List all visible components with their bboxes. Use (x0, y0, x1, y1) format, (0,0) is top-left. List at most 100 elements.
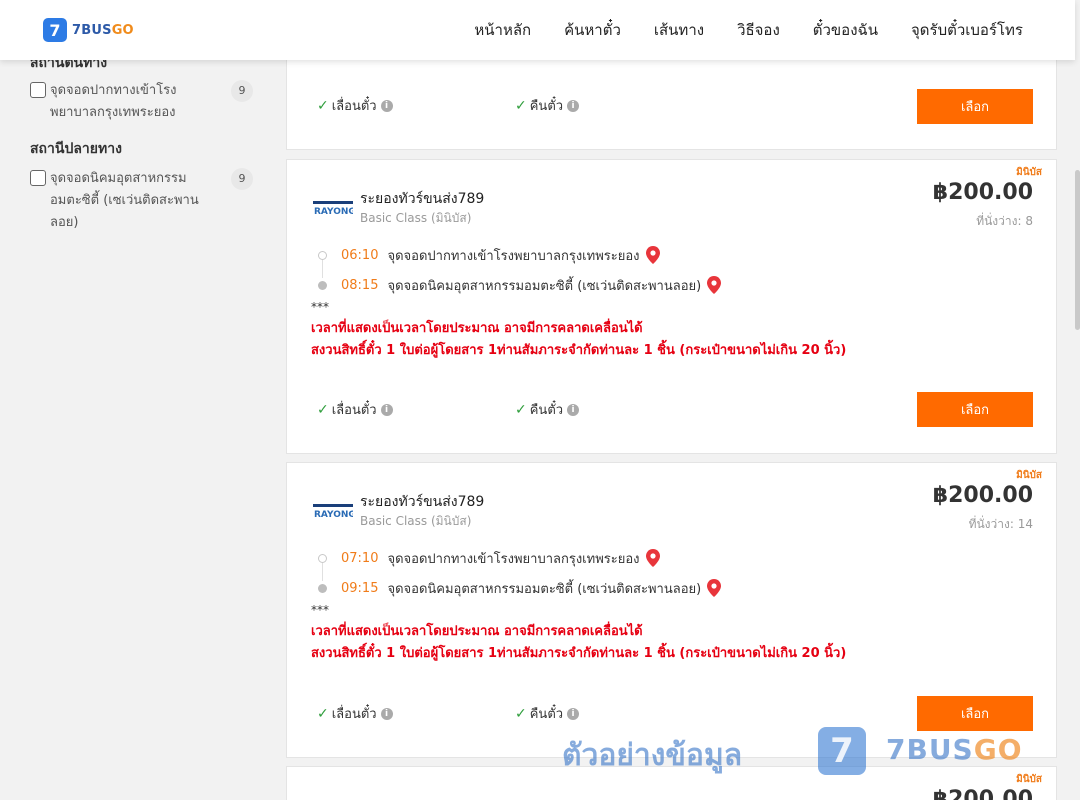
nav-phone-pickup[interactable]: จุดรับตั๋วเบอร์โทร (911, 18, 1023, 42)
destination-filter-item[interactable]: จุดจอดนิคมอุตสาหกรรมอมตะซิตี้ (เซเว่นติด… (30, 168, 260, 234)
checkbox-icon[interactable] (30, 82, 46, 98)
info-icon[interactable]: i (380, 403, 393, 416)
trip-features: ✓ เลื่อนตั๋ว i ✓ คืนตั๋ว i (317, 95, 713, 116)
main-nav: หน้าหลัก ค้นหาตั๋ว เส้นทาง วิธีจอง ตั๋วข… (441, 0, 1023, 60)
nav-search-ticket[interactable]: ค้นหาตั๋ว (564, 18, 621, 42)
seats-available: ที่นั่งว่าง: 8 (976, 214, 1033, 228)
operator-name: ระยองทัวร์ขนส่ง789 (360, 191, 485, 207)
destination-station-title: สถานีปลายทาง (30, 141, 122, 157)
reschedule-label: เลื่อนตั๋ว (331, 403, 377, 418)
departure-dot (318, 250, 327, 260)
vehicle-type-badge: มินิบัส (1016, 470, 1042, 481)
departure-place: จุดจอดปากทางเข้าโรงพยาบาลกรุงเทพระยอง (387, 551, 640, 567)
trip-notes: *** เวลาที่แสดงเป็นเวลาโดยประมาณ อาจมีกา… (311, 300, 846, 362)
reschedule-label: เลื่อนตั๋ว (331, 99, 377, 114)
seats-available: ที่นั่งว่าง: 14 (968, 517, 1033, 531)
departure-place: จุดจอดปากทางเข้าโรงพยาบาลกรุงเทพระยอง (387, 248, 640, 264)
watermark-sample-text: ตัวอย่างข้อมูล (562, 738, 743, 773)
svg-text:RAYONG: RAYONG (314, 207, 353, 217)
note-time-estimate: เวลาที่แสดงเป็นเวลาโดยประมาณ อาจมีการคลา… (311, 321, 643, 336)
departure-time: 07:10 (341, 550, 379, 566)
scrollbar-thumb[interactable] (1075, 170, 1080, 330)
note-time-estimate: เวลาที่แสดงเป็นเวลาโดยประมาณ อาจมีการคลา… (311, 624, 643, 639)
nav-how-to-book[interactable]: วิธีจอง (737, 18, 780, 42)
info-icon[interactable]: i (567, 707, 580, 720)
trip-card: มินิบัส RAYONG ระยองทัวร์ขนส่ง789 Basic … (286, 462, 1057, 758)
origin-filter-label: จุดจอดปากทางเข้าโรงพยาบาลกรุงเทพระยอง (50, 83, 177, 120)
select-button[interactable]: เลือก (917, 392, 1033, 427)
logo-go-text: GO (111, 22, 134, 38)
nav-my-tickets[interactable]: ตั๋วของฉัน (813, 18, 878, 42)
refund-feature: ✓ คืนตั๋ว i (515, 95, 713, 116)
info-icon[interactable]: i (567, 403, 580, 416)
filter-sidebar: สถานีต้นทาง จุดจอดปากทางเข้าโรงพยาบาลกรุ… (30, 52, 260, 234)
page-scrollbar[interactable] (1075, 60, 1080, 800)
refund-label: คืนตั๋ว (529, 403, 564, 418)
vehicle-type-badge: มินิบัส (1016, 774, 1042, 785)
check-icon: ✓ (317, 97, 329, 114)
check-icon: ✓ (515, 97, 527, 114)
refund-feature: ✓ คืนตั๋ว i (515, 703, 713, 724)
operator-logo: RAYONG (313, 201, 353, 217)
destination-filter-count: 9 (231, 168, 253, 190)
logo-bus-text: 7BUS (72, 22, 112, 38)
note-luggage: สงวนสิทธิ์ตั๋ว 1 ใบต่อผู้โดยสาร 1ท่านสัม… (311, 646, 847, 661)
refund-label: คืนตั๋ว (529, 99, 564, 114)
origin-filter-item[interactable]: จุดจอดปากทางเข้าโรงพยาบาลกรุงเทพระยอง 9 (30, 80, 260, 124)
reschedule-feature: ✓ เลื่อนตั๋ว i (317, 399, 515, 420)
route-timeline: 07:10 จุดจอดปากทางเข้าโรงพยาบาลกรุงเทพระ… (318, 543, 722, 603)
departure-time: 06:10 (341, 247, 379, 263)
site-logo[interactable]: 7 7BUSGO (43, 18, 134, 42)
select-button[interactable]: เลือก (917, 696, 1033, 731)
ticket-price: ฿200.00 (932, 787, 1033, 800)
nav-routes[interactable]: เส้นทาง (654, 18, 704, 42)
logo-wordmark: 7BUSGO (72, 23, 134, 38)
info-icon[interactable]: i (380, 99, 393, 112)
note-luggage: สงวนสิทธิ์ตั๋ว 1 ใบต่อผู้โดยสาร 1ท่านสัม… (311, 343, 847, 358)
watermark-brand-go: GO (973, 733, 1023, 766)
map-pin-icon[interactable] (707, 276, 722, 294)
arrival-place: จุดจอดนิคมอุตสาหกรรมอมตะซิตี้ (เซเว่นติด… (387, 581, 702, 597)
logo-mark: 7 (43, 18, 67, 42)
map-pin-icon[interactable] (707, 579, 722, 597)
trip-notes: *** เวลาที่แสดงเป็นเวลาโดยประมาณ อาจมีกา… (311, 603, 846, 665)
notes-marker: *** (311, 300, 329, 314)
trip-features: ✓ เลื่อนตั๋ว i ✓ คืนตั๋ว i (317, 399, 713, 420)
watermark-logo: 7 (818, 727, 866, 775)
info-icon[interactable]: i (567, 99, 580, 112)
departure-stop: 06:10 จุดจอดปากทางเข้าโรงพยาบาลกรุงเทพระ… (318, 240, 721, 270)
select-button[interactable]: เลือก (917, 89, 1033, 124)
vehicle-type-badge: มินิบัส (1016, 167, 1042, 178)
departure-dot (318, 553, 327, 563)
refund-label: คืนตั๋ว (529, 707, 564, 722)
reschedule-feature: ✓ เลื่อนตั๋ว i (317, 703, 515, 724)
map-pin-icon[interactable] (645, 549, 660, 567)
operator-name: ระยองทัวร์ขนส่ง789 (360, 494, 485, 510)
arrival-stop: 09:15 จุดจอดนิคมอุตสาหกรรมอมตะซิตี้ (เซเ… (318, 573, 722, 603)
destination-filter-label: จุดจอดนิคมอุตสาหกรรมอมตะซิตี้ (เซเว่นติด… (50, 171, 199, 230)
reschedule-label: เลื่อนตั๋ว (331, 707, 377, 722)
departure-stop: 07:10 จุดจอดปากทางเข้าโรงพยาบาลกรุงเทพระ… (318, 543, 721, 573)
top-header: 7 7BUSGO หน้าหลัก ค้นหาตั๋ว เส้นทาง วิธี… (0, 0, 1075, 60)
ticket-price: ฿200.00 (932, 483, 1033, 508)
reschedule-feature: ✓ เลื่อนตั๋ว i (317, 95, 515, 116)
bus-class: Basic Class (มินิบัส) (360, 211, 472, 225)
bus-class: Basic Class (มินิบัส) (360, 514, 472, 528)
ticket-price: ฿200.00 (932, 180, 1033, 205)
refund-feature: ✓ คืนตั๋ว i (515, 399, 713, 420)
info-icon[interactable]: i (380, 707, 393, 720)
check-icon: ✓ (317, 401, 329, 418)
arrival-dot (318, 280, 327, 290)
notes-marker: *** (311, 603, 329, 617)
map-pin-icon[interactable] (645, 246, 660, 264)
arrival-place: จุดจอดนิคมอุตสาหกรรมอมตะซิตี้ (เซเว่นติด… (387, 278, 702, 294)
route-timeline: 06:10 จุดจอดปากทางเข้าโรงพยาบาลกรุงเทพระ… (318, 240, 722, 300)
operator-logo: RAYONG (313, 504, 353, 520)
watermark-brand-bus: 7BUS (886, 733, 974, 766)
checkbox-icon[interactable] (30, 170, 46, 186)
check-icon: ✓ (317, 705, 329, 722)
trip-features: ✓ เลื่อนตั๋ว i ✓ คืนตั๋ว i (317, 703, 713, 724)
check-icon: ✓ (515, 705, 527, 722)
arrival-dot (318, 583, 327, 593)
nav-home[interactable]: หน้าหลัก (474, 18, 531, 42)
